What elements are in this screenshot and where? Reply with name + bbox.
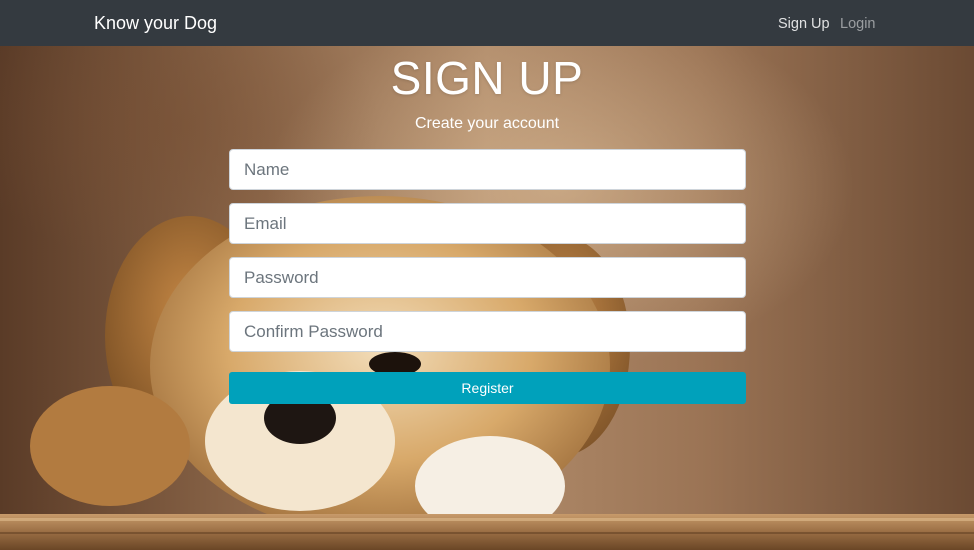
register-button[interactable]: Register <box>229 372 746 404</box>
brand-link[interactable]: Know your Dog <box>94 13 217 33</box>
name-input[interactable] <box>229 149 746 190</box>
email-input[interactable] <box>229 203 746 244</box>
page-title: SIGN UP <box>390 52 584 104</box>
password-input[interactable] <box>229 257 746 298</box>
page-subtitle: Create your account <box>414 115 560 132</box>
top-navbar: Know your Dog Sign Up Login <box>0 0 974 46</box>
nav-signup-link[interactable]: Sign Up <box>778 15 830 33</box>
confirm-password-input[interactable] <box>229 311 746 352</box>
nav-login-link[interactable]: Login <box>840 15 875 33</box>
